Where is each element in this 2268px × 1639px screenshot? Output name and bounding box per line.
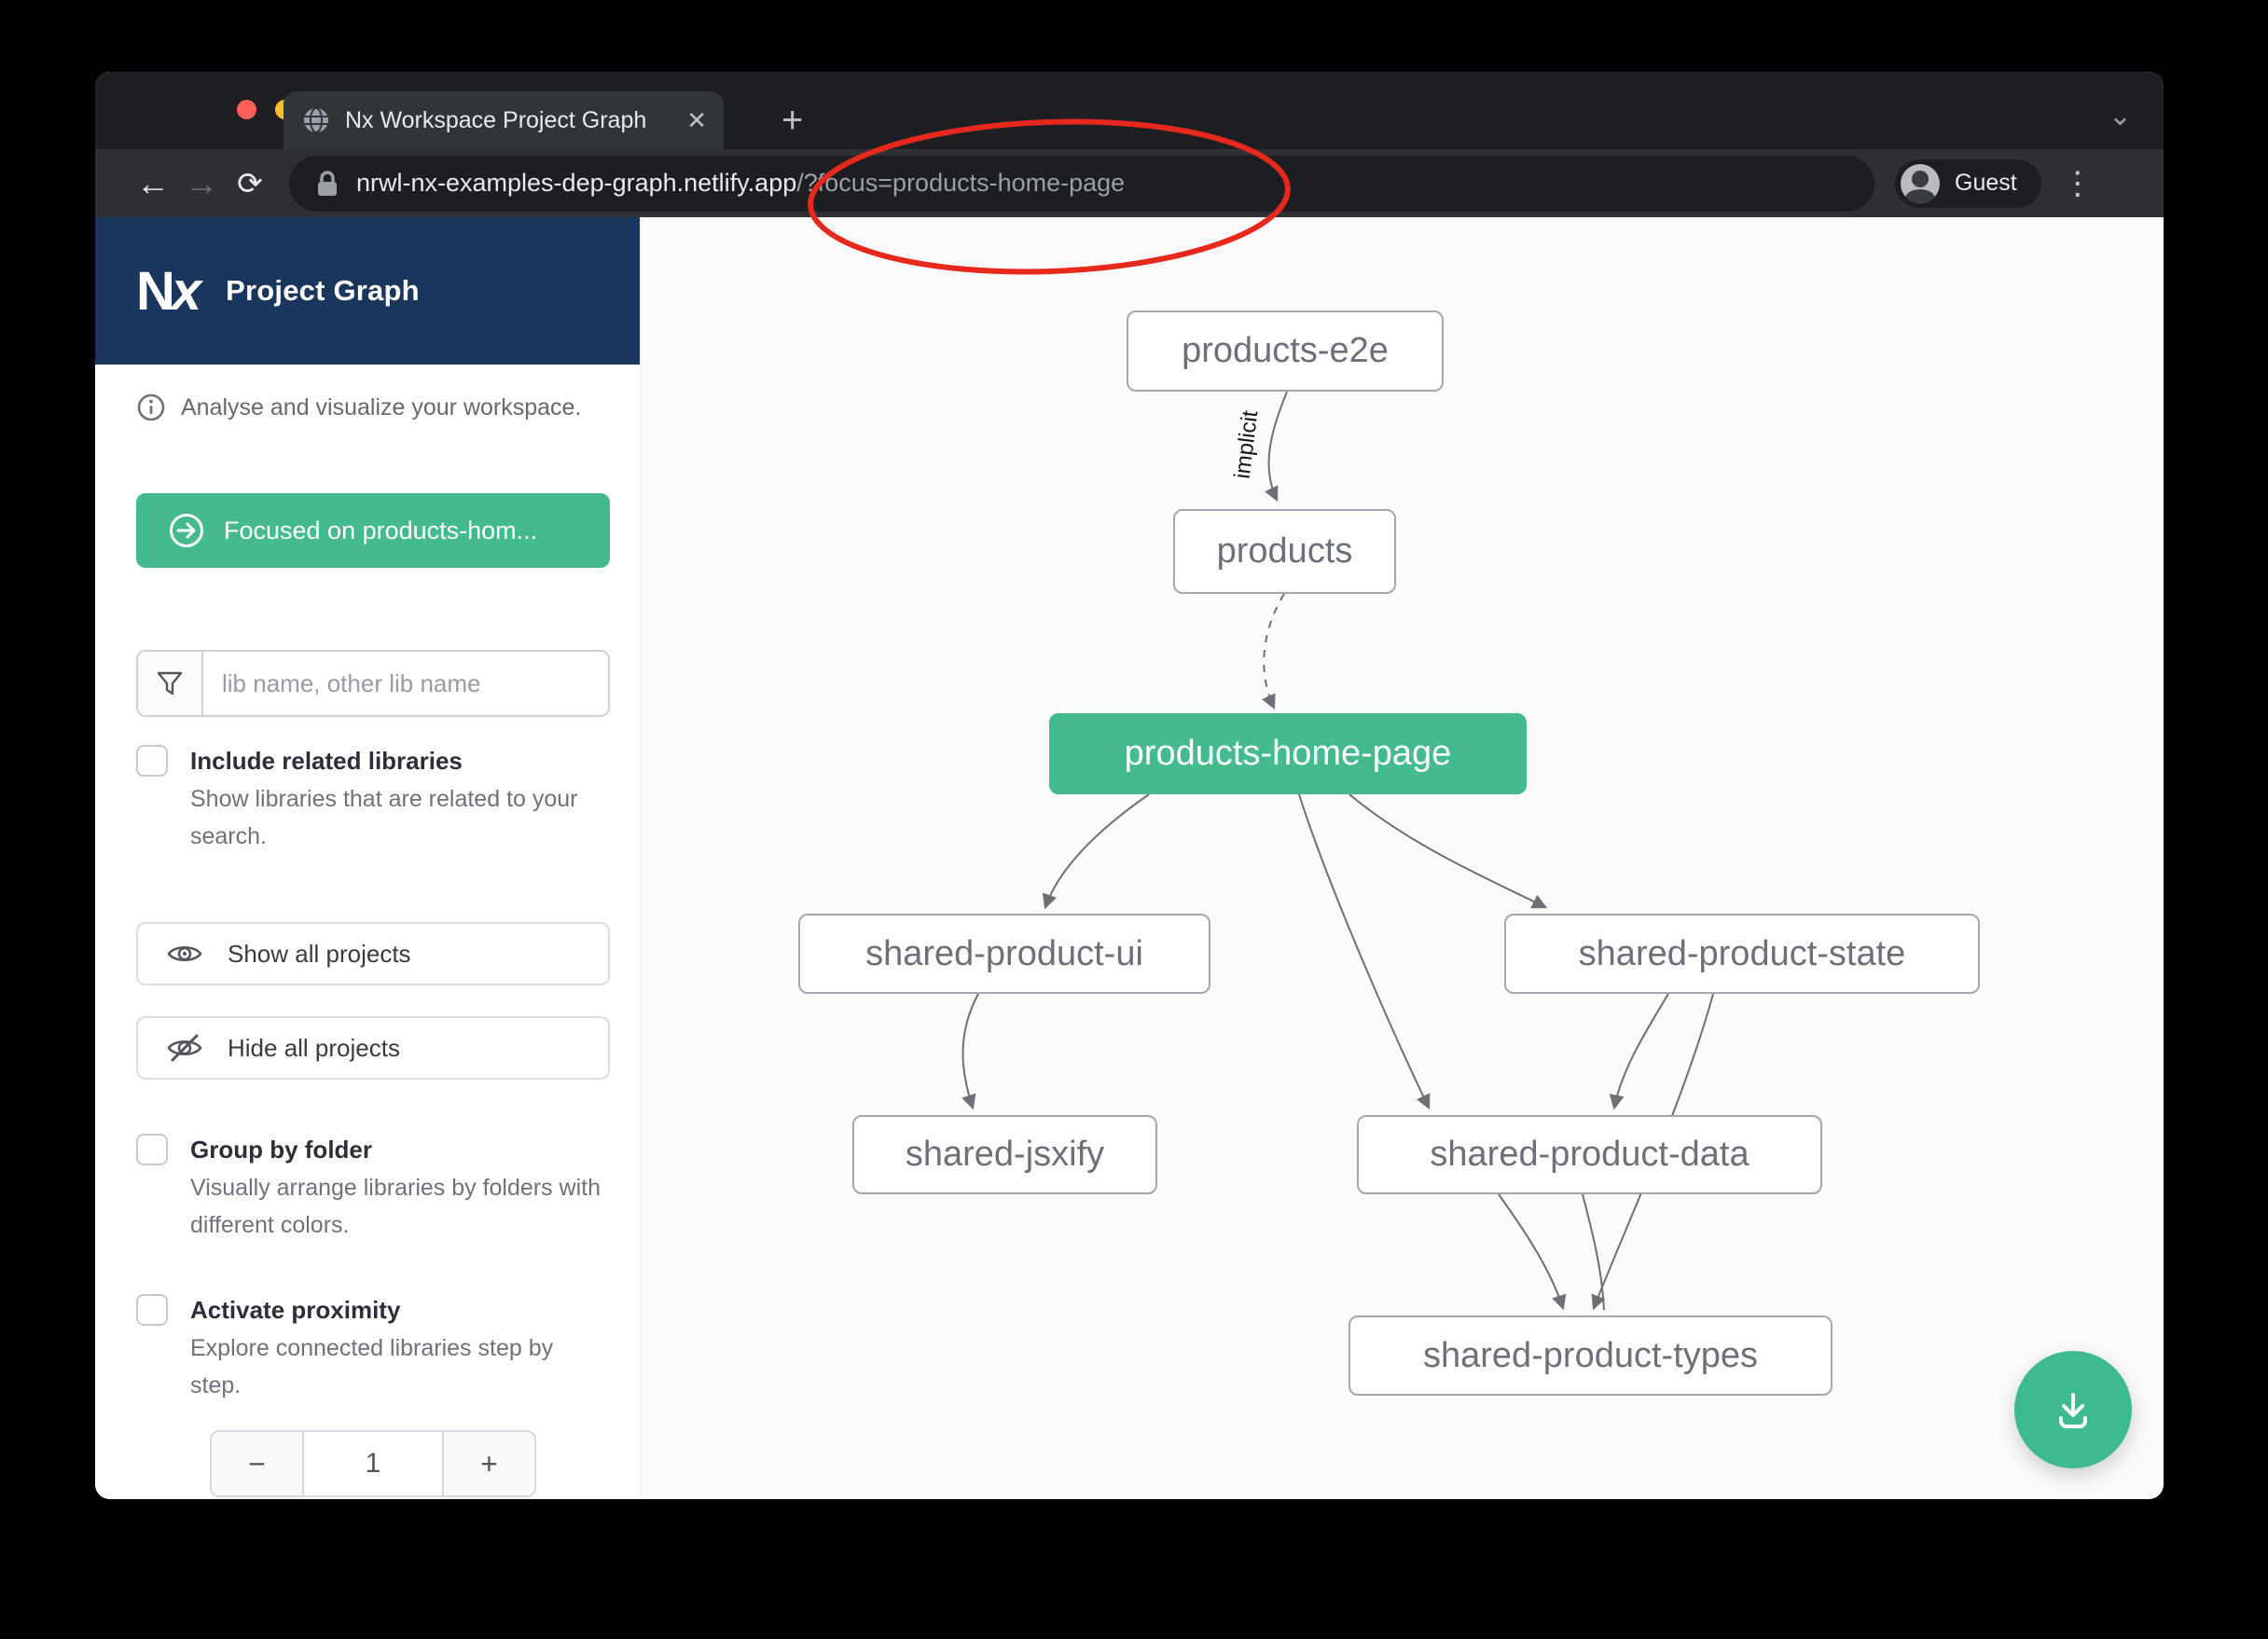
stepper-value: 1	[302, 1430, 444, 1497]
sidebar-header: Nx Project Graph	[95, 217, 640, 365]
show-all-projects-label: Show all projects	[228, 940, 411, 969]
node-shared-product-data[interactable]: shared-product-data	[1357, 1115, 1822, 1194]
forward-button[interactable]: →	[177, 164, 226, 203]
hide-all-projects-button[interactable]: Hide all projects	[136, 1016, 610, 1080]
group-by-folder-label: Group by folder	[190, 1132, 601, 1167]
hide-all-projects-label: Hide all projects	[228, 1034, 400, 1063]
sidebar: Nx Project Graph Analyse and visualize y…	[95, 217, 641, 1499]
page-content: Nx Project Graph Analyse and visualize y…	[95, 217, 2164, 1499]
proximity-stepper: − 1 +	[210, 1430, 536, 1497]
node-shared-jsxify[interactable]: shared-jsxify	[852, 1115, 1157, 1194]
reload-button[interactable]: ⟳	[226, 165, 274, 201]
browser-menu-button[interactable]: ⋮	[2062, 165, 2094, 202]
browser-tab[interactable]: Nx Workspace Project Graph ✕	[284, 91, 724, 149]
avatar	[1901, 164, 1940, 203]
filter-icon-cell	[138, 652, 203, 715]
include-related-row: Include related libraries Show libraries…	[136, 743, 602, 855]
filter-input[interactable]	[203, 652, 608, 715]
filter-box	[136, 650, 610, 717]
back-button[interactable]: ←	[129, 164, 177, 203]
graph-canvas[interactable]: implicit products-e2e products products-…	[641, 217, 2164, 1499]
url-text: nrwl-nx-examples-dep-graph.netlify.app/?…	[356, 169, 1125, 198]
edge-home-state	[1349, 794, 1545, 907]
edge-data-types	[1499, 1194, 1563, 1308]
group-by-folder-description: Visually arrange libraries by folders wi…	[190, 1169, 601, 1244]
edge-e2e-products	[1269, 392, 1287, 500]
download-icon	[2049, 1385, 2097, 1434]
nx-logo: Nx	[136, 260, 198, 323]
activate-proximity-checkbox[interactable]	[136, 1294, 168, 1326]
profile-button[interactable]: Guest	[1895, 159, 2041, 208]
edge-home-ui	[1045, 794, 1149, 907]
url-bar[interactable]: nrwl-nx-examples-dep-graph.netlify.app/?…	[289, 156, 1874, 212]
node-products-home-page[interactable]: products-home-page	[1049, 713, 1527, 794]
focused-on-button[interactable]: Focused on products-hom...	[136, 493, 610, 568]
node-products-e2e[interactable]: products-e2e	[1127, 310, 1444, 392]
tab-title: Nx Workspace Project Graph	[345, 107, 673, 134]
node-shared-product-types[interactable]: shared-product-types	[1348, 1315, 1832, 1396]
profile-label: Guest	[1955, 170, 2017, 197]
info-icon	[136, 393, 166, 422]
edge-home-data	[1299, 794, 1429, 1108]
node-shared-product-ui[interactable]: shared-product-ui	[798, 914, 1210, 994]
focused-on-label: Focused on products-hom...	[224, 516, 537, 545]
lock-icon	[315, 170, 339, 198]
page-title: Project Graph	[226, 274, 420, 308]
funnel-icon	[156, 669, 184, 697]
activate-proximity-row: Activate proximity Explore connected lib…	[136, 1292, 602, 1404]
tab-strip: Nx Workspace Project Graph ✕ + ⌄	[95, 72, 2164, 149]
group-by-folder-checkbox[interactable]	[136, 1134, 168, 1165]
show-all-projects-button[interactable]: Show all projects	[136, 922, 610, 985]
globe-icon	[302, 106, 330, 134]
node-products[interactable]: products	[1173, 509, 1396, 594]
include-related-description: Show libraries that are related to your …	[190, 780, 601, 855]
include-related-checkbox[interactable]	[136, 745, 168, 777]
stepper-increment-button[interactable]: +	[444, 1430, 536, 1497]
browser-toolbar: ← → ⟳ nrwl-nx-examples-dep-graph.netlify…	[95, 149, 2164, 217]
edge-state-data	[1614, 994, 1668, 1108]
browser-window: Nx Workspace Project Graph ✕ + ⌄ ← → ⟳ n…	[95, 72, 2164, 1499]
arrow-right-circle-icon	[168, 512, 205, 549]
close-window-button[interactable]	[237, 100, 256, 119]
activate-proximity-label: Activate proximity	[190, 1292, 601, 1328]
node-shared-product-state[interactable]: shared-product-state	[1504, 914, 1980, 994]
activate-proximity-description: Explore connected libraries step by step…	[190, 1329, 601, 1404]
include-related-label: Include related libraries	[190, 743, 601, 778]
tagline-row: Analyse and visualize your workspace.	[136, 393, 640, 422]
edge-ui-jsxify	[963, 994, 979, 1108]
tab-close-icon[interactable]: ✕	[686, 106, 707, 135]
group-by-folder-row: Group by folder Visually arrange librari…	[136, 1132, 602, 1244]
tab-search-chevron-icon[interactable]: ⌄	[2109, 100, 2132, 132]
url-path: /?focus=products-home-page	[796, 169, 1125, 197]
download-image-button[interactable]	[2014, 1351, 2132, 1468]
eye-off-icon	[166, 1032, 203, 1064]
tagline-text: Analyse and visualize your workspace.	[181, 394, 581, 421]
new-tab-button[interactable]: +	[781, 98, 803, 143]
graph-edges	[641, 217, 2164, 1499]
url-domain: nrwl-nx-examples-dep-graph.netlify.app	[356, 169, 796, 197]
edge-products-home	[1264, 594, 1284, 708]
stepper-decrement-button[interactable]: −	[210, 1430, 302, 1497]
eye-icon	[166, 940, 203, 968]
